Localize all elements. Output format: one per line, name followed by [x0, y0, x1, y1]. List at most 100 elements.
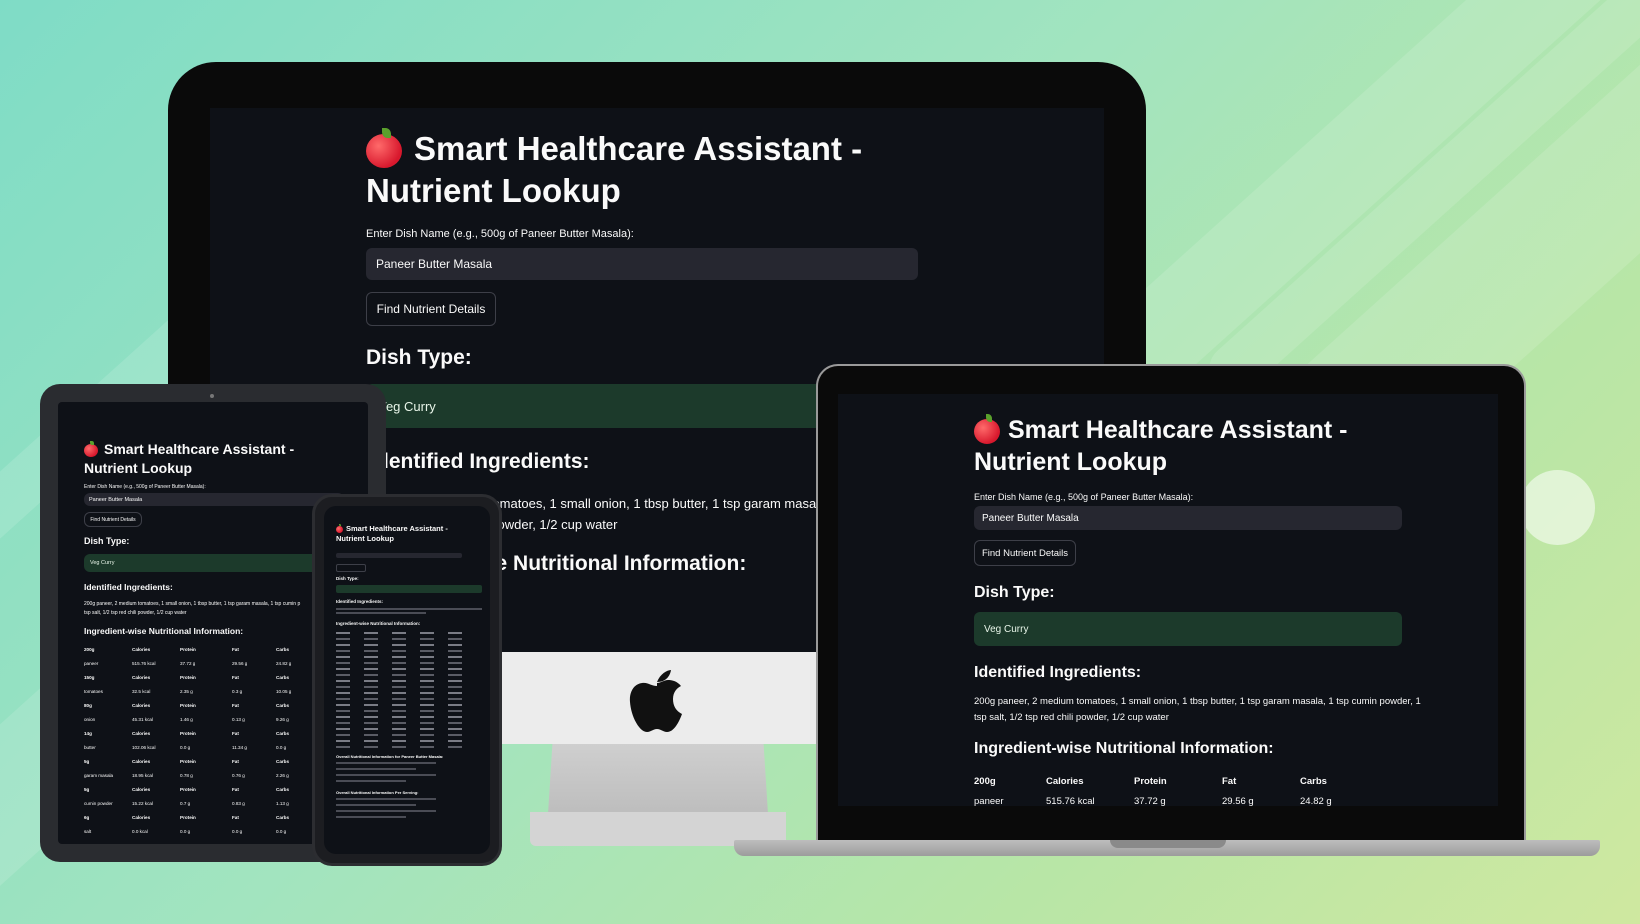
ingredients-heading: Identified Ingredients:	[336, 599, 384, 604]
nutrition-table: 200g Calories Protein Fat Carbs paneer 515.76 …	[84, 642, 306, 838]
table-cell: 0.13 g	[232, 716, 245, 722]
dish-type-heading: Dish Type:	[84, 536, 130, 546]
red-apple-icon	[336, 524, 343, 533]
table-row	[336, 744, 482, 750]
table-cell: Fat	[232, 674, 239, 680]
table-cell: Carbs	[276, 786, 290, 792]
table-cell: 1.13 g	[276, 800, 289, 806]
per-serving-table	[336, 798, 436, 818]
table-cell: 2.26 g	[276, 772, 289, 778]
table-cell: 200g	[84, 646, 95, 652]
table-cell: 24.82 g	[276, 660, 292, 666]
nutrition-heading: Ingredient-wise Nutritional Information:	[336, 621, 421, 626]
table-cell: 0.83 g	[232, 800, 245, 806]
laptop-screen: Smart Healthcare Assistant - Nutrient Loo…	[838, 394, 1498, 806]
table-header-row: 5g Calories Protein Fat Carbs	[84, 754, 306, 768]
dish-input-label: Enter Dish Name (e.g., 500g of Paneer Bu…	[366, 228, 634, 240]
table-cell: 0.3 g	[232, 688, 243, 694]
dish-name-input[interactable]: Paneer Butter Masala	[366, 248, 918, 280]
find-nutrient-button[interactable]	[336, 564, 366, 572]
table-header-row: 80g Calories Protein Fat Carbs	[84, 698, 306, 712]
table-cell: Protein	[180, 786, 196, 792]
dish-name-input[interactable]	[336, 553, 462, 558]
table-row: paneer 515.76 kcal 37.72 g 29.56 g 24.82…	[974, 795, 1332, 807]
table-cell: 515.76 kcal	[132, 660, 156, 666]
table-cell: Calories	[132, 702, 151, 708]
table-cell: Carbs	[276, 702, 290, 708]
table-header-row: 200g Calories Protein Fat Carbs	[974, 775, 1327, 787]
table-cell: 1.46 g	[180, 716, 193, 722]
table-cell: 18.95 kcal	[132, 772, 153, 778]
dish-name-input[interactable]: Paneer Butter Masala	[974, 506, 1402, 530]
table-cell: 0.0 g	[180, 828, 191, 834]
dish-name-input[interactable]: Paneer Butter Masala	[84, 493, 344, 506]
table-cell: Protein	[180, 758, 196, 764]
nutrition-table	[336, 630, 482, 750]
table-cell: 5g	[84, 786, 90, 792]
phone-screen: Smart Healthcare Assistant - Nutrient Loo…	[324, 506, 490, 854]
dish-type-value: Veg Curry	[984, 623, 1029, 635]
page-title: Smart Healthcare Assistant - Nutrient Loo…	[84, 441, 295, 476]
overall-table	[336, 762, 436, 782]
laptop: Smart Healthcare Assistant - Nutrient Loo…	[734, 364, 1600, 864]
ingredients-text: 200g paneer, 2 medium tomatoes, 1 small …	[974, 696, 1421, 723]
ingredients-text-lines	[336, 608, 482, 610]
table-row: paneer 515.76 kcal 37.72 g 29.56 g 24.82 g	[84, 656, 306, 670]
find-nutrient-button[interactable]: Find Nutrient Details	[974, 540, 1076, 566]
dish-name-value: Paneer Butter Masala	[982, 512, 1079, 524]
table-cell: 80g	[84, 702, 92, 708]
tablet-camera	[210, 394, 214, 398]
table-cell: 29.56 g	[232, 660, 248, 666]
table-cell: 0.7 g	[180, 800, 191, 806]
ingredients-text: 200g paneer, 2 medium tomatoes, 1 small …	[84, 601, 301, 616]
overall-heading: Overall Nutritional Information for Pane…	[336, 754, 444, 759]
table-cell: 0.0 g	[276, 828, 287, 834]
table-row: salt 0.0 kcal 0.0 g 0.0 g 0.0 g	[84, 824, 306, 838]
table-cell: 14g	[84, 730, 92, 736]
apple-logo-icon	[628, 664, 686, 734]
dish-type-bar: Veg Curry	[974, 612, 1402, 646]
table-cell: salt	[84, 828, 92, 834]
table-cell: 5g	[84, 758, 90, 764]
monitor-stand-neck	[548, 744, 768, 814]
find-nutrient-button[interactable]: Find Nutrient Details	[84, 512, 142, 527]
table-cell: garam masala	[84, 772, 114, 778]
table-cell: butter	[84, 744, 96, 750]
table-cell: Protein	[180, 674, 196, 680]
red-apple-icon	[84, 441, 98, 457]
find-nutrient-button[interactable]: Find Nutrient Details	[366, 292, 496, 326]
nutrition-table: 200g Calories Protein Fat Carbs paneer 5…	[974, 769, 1360, 807]
dish-name-value: Paneer Butter Masala	[376, 257, 493, 271]
table-cell: Protein	[180, 814, 196, 820]
dish-type-value: Veg Curry	[378, 398, 436, 414]
table-header-row: 150g Calories Protein Fat Carbs	[84, 670, 306, 684]
table-cell: Carbs	[276, 646, 290, 652]
table-cell: 0.0 kcal	[132, 828, 148, 834]
table-cell: 0.0 g	[276, 744, 287, 750]
ingredients-text-lines	[336, 612, 426, 614]
red-apple-icon	[974, 414, 1000, 444]
page-title: Smart Healthcare Assistant - Nutrient Loo…	[974, 414, 1348, 476]
ingredients-heading: dentified Ingredients:	[376, 450, 590, 473]
table-row: garam masala 18.95 kcal 0.78 g 0.76 g 2.26 g	[84, 768, 306, 782]
table-header-row: 6g Calories Protein Fat Carbs	[84, 810, 306, 824]
table-cell: onion	[84, 716, 96, 722]
table-row: onion 45.31 kcal 1.46 g 0.13 g 9.26 g	[84, 712, 306, 726]
table-cell: cumin powder	[84, 800, 113, 806]
table-cell: Protein	[180, 730, 196, 736]
ingredients-text: n tomatoes, 1 small onion, 1 tbsp butter…	[478, 496, 820, 532]
table-cell: 0.0 g	[232, 828, 243, 834]
table-cell: Fat	[232, 646, 239, 652]
table-cell: 15.22 kcal	[132, 800, 153, 806]
table-cell: Protein	[180, 646, 196, 652]
dish-type-heading: Dish Type:	[974, 584, 1055, 601]
table-cell: Calories	[132, 814, 151, 820]
table-cell: Carbs	[276, 674, 290, 680]
dish-type-bar	[336, 585, 482, 593]
table-cell: tomatoes	[84, 688, 103, 694]
dish-input-label: Enter Dish Name (e.g., 500g of Paneer Bu…	[84, 484, 206, 490]
nutrition-heading: Ingredient-wise Nutritional Information:	[84, 626, 244, 636]
table-cell: 150g	[84, 674, 95, 680]
table-cell: Fat	[232, 786, 239, 792]
dish-type-value: Veg Curry	[90, 560, 115, 566]
